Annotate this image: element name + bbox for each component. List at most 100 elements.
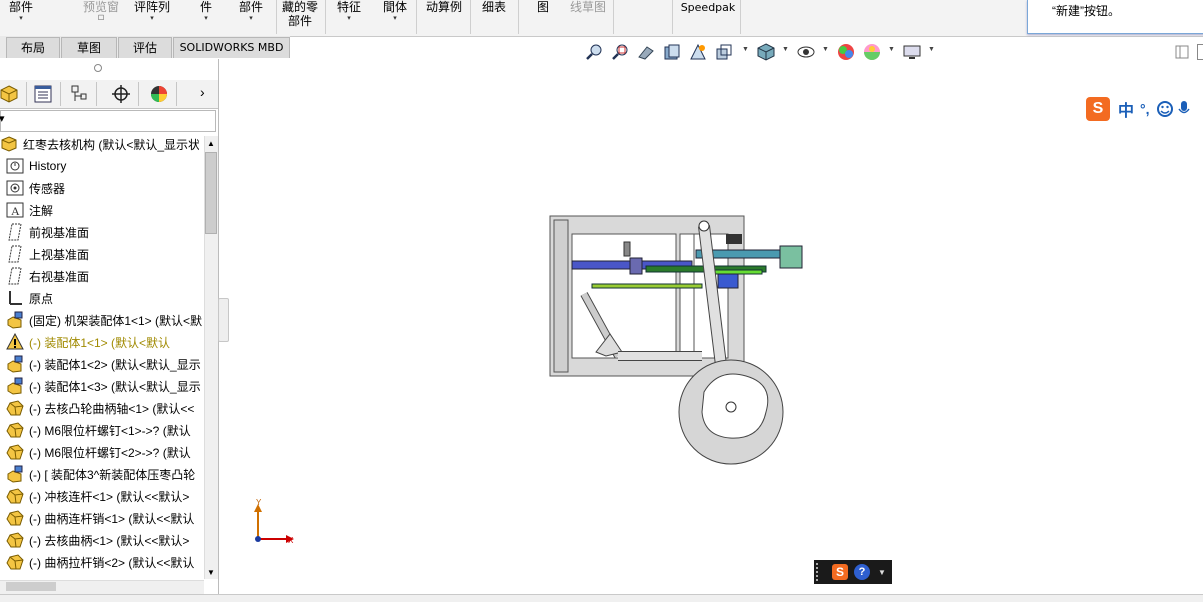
zoom-to-area-icon[interactable] [610,42,630,62]
chevron-down-icon[interactable]: ▼ [878,568,886,577]
ime-logo-icon: S [832,564,848,580]
tree-item-label: 前视基准面 [29,225,90,240]
tree-item[interactable]: (-) 去核凸轮曲柄轴<1> (默认<< [0,397,205,419]
tree-item[interactable]: (-) 去核曲柄<1> (默认<<默认> [0,529,205,551]
view-settings-icon[interactable] [902,42,922,62]
ribbon-button-pattern[interactable]: 评阵列 ▾ [132,0,172,36]
mechanism-model[interactable] [549,215,803,465]
scrollbar-thumb[interactable] [6,582,56,591]
tree-item-label: (-) [ 装配体3^新装配体压枣凸轮 [29,467,196,482]
dynamic-annotation-icon[interactable] [688,42,708,62]
tab-configuration-manager[interactable] [62,82,97,106]
tree-item-label: (固定) 机架装配体1<1> (默认<默 [29,313,203,328]
separator [672,0,673,34]
separator [416,0,417,34]
tree-root-assembly[interactable]: 红枣去核机构 (默认<默认_显示状态- [0,133,199,155]
edit-appearance-icon[interactable] [836,42,856,62]
tree-item[interactable]: (-) 装配体1<3> (默认<默认_显示 [0,375,205,397]
tree-item[interactable]: (-) 曲柄拉杆销<2> (默认<<默认 [0,551,205,573]
appearance-icon [151,86,167,102]
tree-item[interactable]: (-) 冲核连杆<1> (默认<<默认> [0,485,205,507]
scroll-down-icon[interactable]: ▼ [207,568,215,577]
scrollbar-thumb[interactable] [205,152,217,234]
chevron-down-icon: ▾ [249,15,253,22]
tree-item[interactable]: (-) M6限位杆螺钉<2>->? (默认 [0,441,205,463]
tab-feature-manager[interactable] [0,82,27,106]
ribbon-button-hidden-parts[interactable]: 藏的零部件 [280,0,320,36]
help-icon[interactable]: ? [854,564,870,580]
apply-scene-icon[interactable] [862,42,882,62]
tree-item[interactable]: (-) 曲柄连杆销<1> (默认<<默认 [0,507,205,529]
ribbon-label: 間体 [382,0,407,14]
tab-solidworks-mbd[interactable]: SOLIDWORKS MBD [173,37,290,58]
tree-item[interactable]: (-) 装配体1<1> (默认<默认 [0,331,205,353]
tree-item[interactable]: (-) [ 装配体3^新装配体压枣凸轮 [0,463,205,485]
tree-item[interactable]: History [0,155,205,177]
chevron-down-icon: ▾ [150,15,154,22]
ribbon-button-preview[interactable]: 预览窗 ☐ [82,0,120,36]
ribbon-button-motion-study[interactable]: 动算例 [424,0,464,36]
chevron-right-icon[interactable]: › [200,84,205,100]
crosshair-icon [112,85,130,103]
tab-evaluate[interactable]: 评估 [118,37,172,58]
separator [518,0,519,34]
grip-icon[interactable] [816,563,828,581]
graphics-area[interactable] [226,60,1203,601]
display-style-icon[interactable] [756,42,776,62]
tree-item[interactable]: 传感器 [0,177,205,199]
chevron-down-icon: ▾ [204,15,208,22]
tree-filter-input[interactable]: ▾ [0,110,216,132]
hide-show-items-icon[interactable] [796,42,816,62]
tab-property-manager[interactable] [26,82,61,106]
ribbon-label: Speedpak [680,1,736,14]
previous-view-icon[interactable] [636,42,656,62]
ribbon-button-sketch[interactable]: 线草图 [568,0,608,36]
part-icon [6,487,24,505]
tree-item[interactable]: 前视基准面 [0,221,205,243]
chevron-down-icon[interactable]: ▼ [928,46,935,53]
tree-item[interactable]: 上视基准面 [0,243,205,265]
ribbon-button-feature[interactable]: 特征 ▾ [336,0,362,36]
ribbon-button-view[interactable]: 图 [535,0,551,36]
ribbon-button-speedpak[interactable]: Speedpak [680,0,736,36]
svg-text:A: A [11,204,20,218]
tree-item[interactable]: (固定) 机架装配体1<1> (默认<默 [0,309,205,331]
plane-icon [6,267,24,285]
zoom-to-fit-icon[interactable] [584,42,604,62]
section-view-icon[interactable] [662,42,682,62]
tree-item-label: 红枣去核机构 (默认<默认_显示状态- [23,137,199,152]
scroll-up-icon[interactable]: ▲ [207,139,215,148]
ribbon-button-parts[interactable]: 部件 ▾ [238,0,264,36]
chevron-down-icon[interactable]: ▼ [888,46,895,53]
part-icon [6,509,24,527]
tree-item-label: 原点 [29,291,54,306]
restore-icon[interactable] [1172,42,1192,62]
chevron-down-icon[interactable]: ▼ [742,46,749,53]
chevron-down-icon[interactable]: ▼ [822,46,829,53]
plane-icon [6,245,24,263]
ribbon-button-bom[interactable]: 细表 [480,0,508,36]
tree-item[interactable]: A 注解 [0,199,205,221]
tree-item[interactable]: (-) M6限位杆螺钉<1>->? (默认 [0,419,205,441]
tree-item[interactable]: 右视基准面 [0,265,205,287]
subassembly-icon [6,311,24,329]
tab-sketch[interactable]: 草图 [61,37,117,58]
tab-dimxpert[interactable] [104,82,139,106]
ime-statusbar[interactable]: S ? ▼ [814,560,892,584]
tree-item[interactable]: (-) 装配体1<2> (默认<默认_显示 [0,353,205,375]
ribbon-button-assembly[interactable]: 部件 ▾ [8,0,34,36]
ribbon-button-body[interactable]: 間体 ▾ [382,0,408,36]
ribbon-label: 特征 [336,0,361,14]
chevron-down-icon[interactable]: ▼ [782,46,789,53]
ribbon-button-component[interactable]: 件 ▾ [196,0,216,36]
chevron-down-icon: ▾ [19,15,23,22]
history-icon [6,157,24,175]
ribbon-label: 部件 [238,0,263,14]
tab-display-manager[interactable] [142,82,177,106]
view-orientation-icon[interactable] [714,42,734,62]
annotation-icon: A [6,201,24,219]
grip-icon[interactable] [94,64,102,72]
tree-item-label: (-) 去核凸轮曲柄轴<1> (默认<< [29,401,195,416]
tree-item[interactable]: 原点 [0,287,205,309]
tab-layout[interactable]: 布局 [6,37,60,58]
